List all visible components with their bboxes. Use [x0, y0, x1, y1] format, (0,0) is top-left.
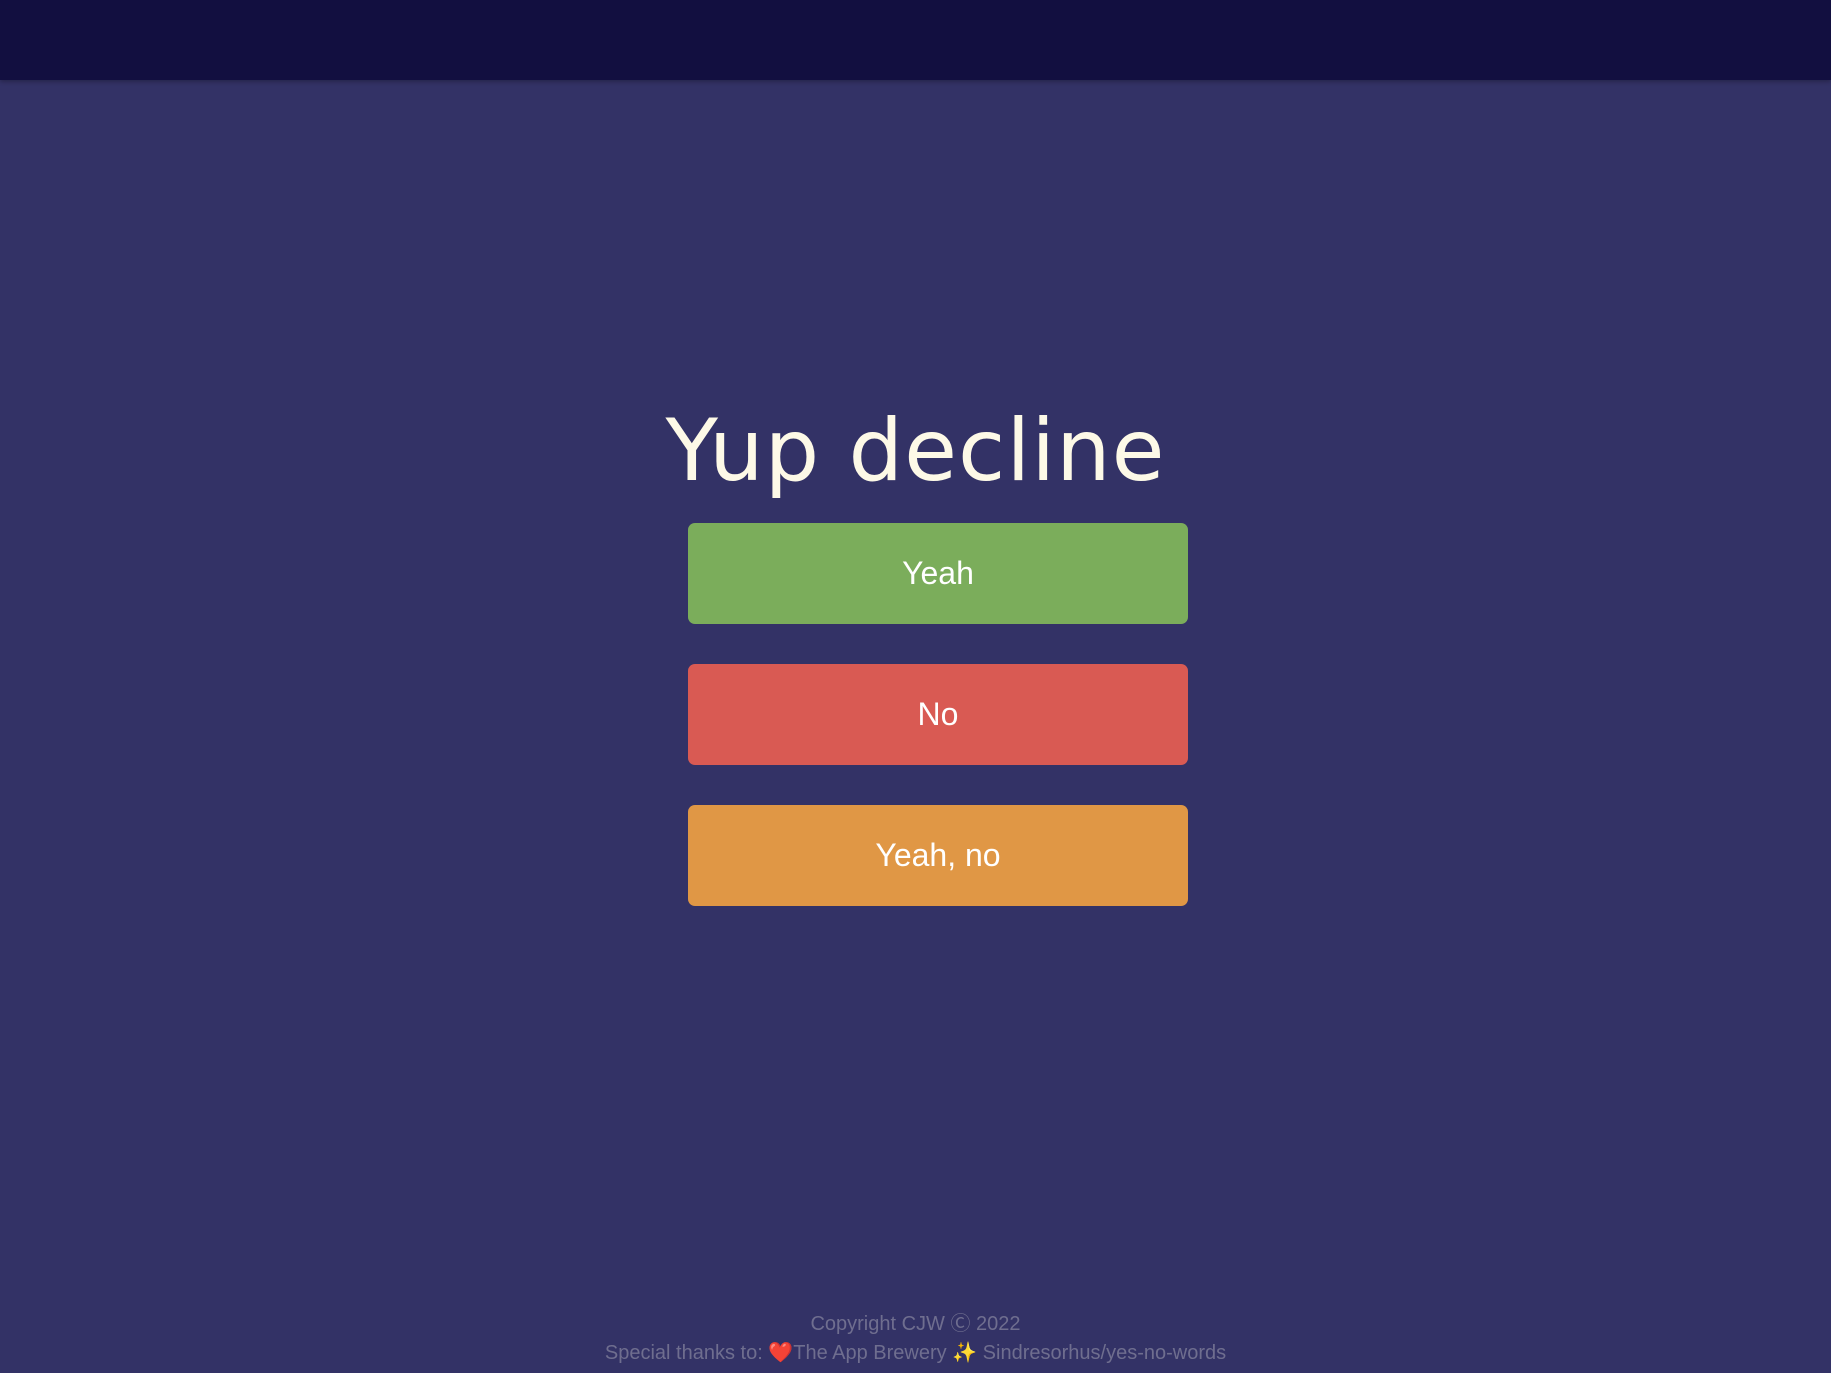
- credit-sindresorhus: Sindresorhus/yes-no-words: [977, 1342, 1227, 1364]
- special-thanks-line: Special thanks to: ❤️The App Brewery ✨ S…: [0, 1339, 1831, 1368]
- footer: Copyright CJW Ⓒ 2022 Special thanks to: …: [0, 1310, 1831, 1368]
- yeah-button[interactable]: Yeah: [688, 523, 1188, 624]
- main-content: Yup decline Yeah No Yeah, no Copyright C…: [0, 0, 1831, 1373]
- thanks-prefix: Special thanks to:: [604, 1342, 769, 1364]
- yeah-no-button[interactable]: Yeah, no: [688, 805, 1188, 906]
- sparkle-icon: ✨: [952, 1342, 978, 1364]
- page-title: Yup decline: [665, 401, 1166, 501]
- no-button[interactable]: No: [688, 664, 1188, 765]
- copyright-text: Copyright CJW Ⓒ 2022: [810, 1313, 1021, 1335]
- heart-icon: ❤️: [768, 1342, 794, 1364]
- credit-app-brewery: The App Brewery: [793, 1342, 953, 1364]
